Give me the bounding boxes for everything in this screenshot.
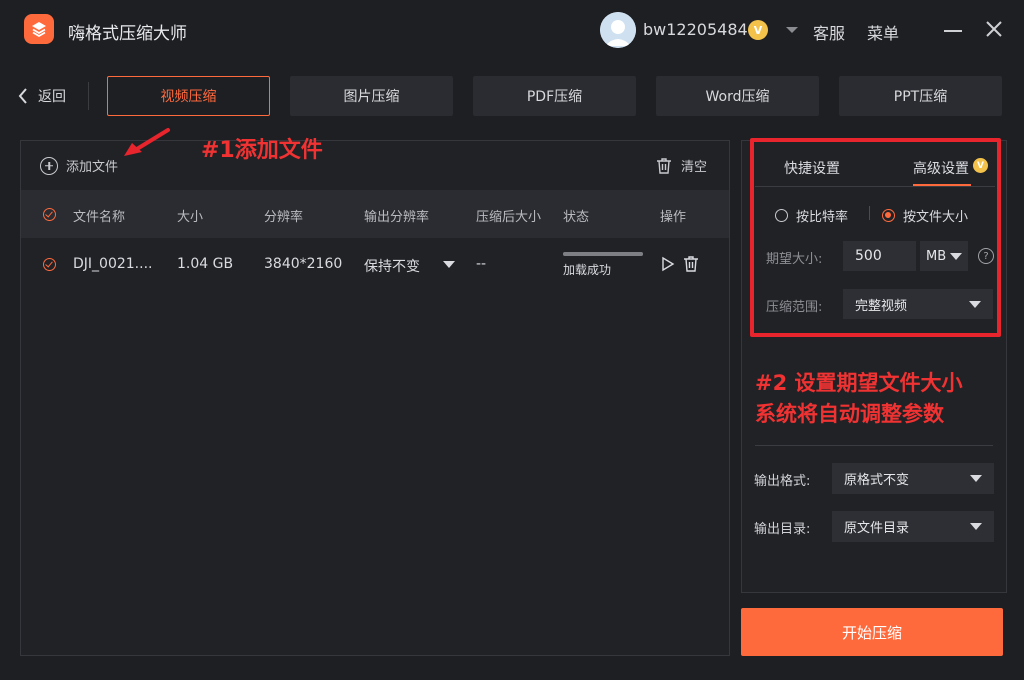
chevron-down-icon[interactable]: [443, 261, 455, 268]
menu-button[interactable]: 菜单: [867, 20, 899, 44]
output-format-select[interactable]: 原格式不变: [832, 463, 994, 494]
row-resolution: 3840*2160: [264, 256, 343, 272]
vip-badge: V: [748, 20, 768, 40]
header-filename: 文件名称: [73, 210, 126, 225]
output-dir-value: 原文件目录: [844, 521, 910, 536]
output-format-value: 原格式不变: [844, 473, 910, 488]
output-dir-label: 输出目录:: [754, 522, 811, 537]
delete-row-button[interactable]: [682, 255, 700, 277]
red-arrow-icon: [124, 128, 170, 156]
username[interactable]: bw12205484: [643, 20, 748, 39]
row-checkbox[interactable]: [43, 258, 56, 271]
chevron-down-icon: [970, 523, 982, 530]
trash-icon: [657, 157, 671, 174]
row-status: 加载成功: [563, 263, 612, 277]
close-button[interactable]: [985, 20, 1003, 42]
header-output-resolution: 输出分辨率: [364, 210, 430, 225]
check-circle-icon: [43, 208, 56, 221]
add-file-label: 添加文件: [66, 160, 119, 175]
layers-icon: [32, 22, 46, 38]
progress-fill: [563, 252, 643, 256]
header-resolution: 分辨率: [264, 210, 304, 225]
clear-label: 清空: [681, 160, 708, 175]
tab-video-compress[interactable]: 视频压缩: [107, 76, 270, 116]
tab-pdf-compress[interactable]: PDF压缩: [473, 76, 636, 116]
back-button[interactable]: 返回: [18, 86, 66, 106]
add-file-button[interactable]: 添加文件: [40, 156, 118, 175]
minimize-button[interactable]: [944, 30, 962, 32]
row-compressed-size: --: [476, 256, 487, 272]
back-label: 返回: [38, 89, 66, 105]
select-all-checkbox[interactable]: [43, 208, 56, 221]
header-status: 状态: [563, 210, 590, 225]
output-format-label: 输出格式:: [754, 474, 811, 489]
trash-icon: [684, 256, 698, 272]
chevron-down-icon[interactable]: [786, 27, 798, 33]
clear-button[interactable]: 清空: [655, 156, 707, 175]
header-size: 大小: [177, 210, 204, 225]
tab-image-compress[interactable]: 图片压缩: [290, 76, 453, 116]
chevron-left-icon: [18, 88, 27, 104]
row-size: 1.04 GB: [177, 256, 234, 272]
divider: [88, 82, 89, 110]
avatar[interactable]: [600, 12, 636, 48]
close-icon: [986, 21, 1002, 37]
header-compressed-size: 压缩后大小: [476, 210, 542, 225]
tab-word-compress[interactable]: Word压缩: [656, 76, 819, 116]
row-output-resolution-select[interactable]: 保持不变: [364, 256, 420, 276]
row-filename: DJI_0021....: [73, 256, 153, 272]
output-dir-select[interactable]: 原文件目录: [832, 511, 994, 542]
annotation-step1: #1添加文件: [201, 138, 323, 163]
tab-ppt-compress[interactable]: PPT压缩: [839, 76, 1002, 116]
section-divider: [755, 445, 993, 446]
annotation-highlight-box: [750, 138, 1001, 337]
start-compress-button[interactable]: 开始压缩: [741, 608, 1003, 656]
annotation-arrow: [120, 126, 172, 164]
annotation-step2-line2: 系统将自动调整参数: [755, 402, 944, 426]
user-avatar-icon: [600, 12, 636, 48]
play-icon: [662, 256, 675, 272]
header-actions: 操作: [660, 210, 687, 225]
chevron-down-icon: [970, 475, 982, 482]
plus-circle-icon: [40, 156, 58, 175]
app-logo: [24, 14, 54, 44]
customer-service-button[interactable]: 客服: [813, 20, 845, 44]
load-progress-bar: [563, 252, 643, 256]
annotation-step2-line1: #2 设置期望文件大小: [755, 371, 963, 395]
play-button[interactable]: [660, 256, 676, 276]
app-title: 嗨格式压缩大师: [68, 24, 187, 44]
check-circle-icon: [43, 258, 56, 271]
